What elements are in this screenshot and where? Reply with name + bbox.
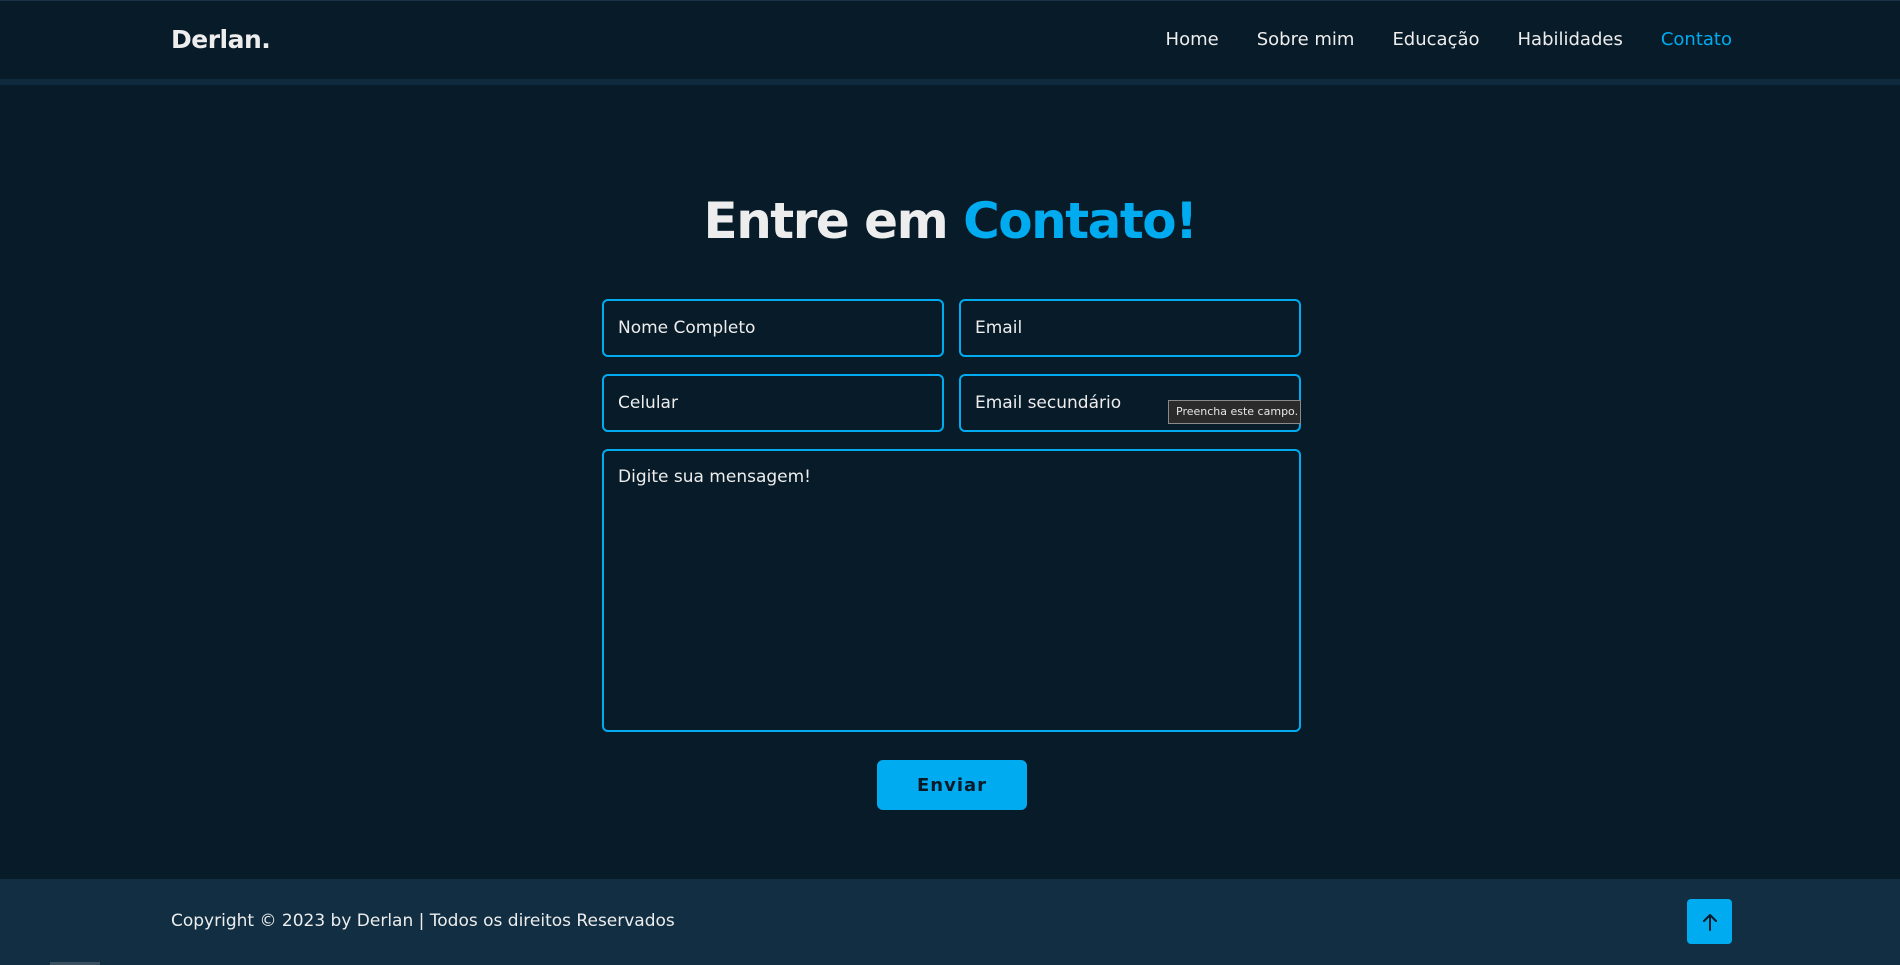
send-button[interactable]: Enviar <box>877 760 1027 810</box>
nav-educacao[interactable]: Educação <box>1392 29 1479 50</box>
main-nav: Home Sobre mim Educação Habilidades Cont… <box>1166 29 1732 50</box>
back-to-top-button[interactable] <box>1687 899 1732 944</box>
nav-contato[interactable]: Contato <box>1661 29 1732 50</box>
copyright-text: Copyright © 2023 by Derlan | Todos os di… <box>171 911 675 931</box>
site-header: Derlan. Home Sobre mim Educação Habilida… <box>0 0 1900 85</box>
logo[interactable]: Derlan. <box>171 25 271 54</box>
arrow-up-icon <box>1702 913 1717 931</box>
contact-title-main: Entre em <box>703 192 964 250</box>
phone-input[interactable] <box>602 374 944 432</box>
contact-title-accent: Contato! <box>963 192 1198 250</box>
nav-sobre-mim[interactable]: Sobre mim <box>1257 29 1355 50</box>
site-footer: Copyright © 2023 by Derlan | Todos os di… <box>0 879 1900 965</box>
name-input[interactable] <box>602 299 944 357</box>
page: Derlan. Home Sobre mim Educação Habilida… <box>0 0 1900 965</box>
contact-title: Entre em Contato! <box>0 192 1900 250</box>
nav-habilidades[interactable]: Habilidades <box>1518 29 1623 50</box>
message-textarea[interactable] <box>602 449 1301 732</box>
email-input[interactable] <box>959 299 1301 357</box>
nav-home[interactable]: Home <box>1166 29 1219 50</box>
validation-tooltip: Preencha este campo. <box>1168 400 1301 424</box>
